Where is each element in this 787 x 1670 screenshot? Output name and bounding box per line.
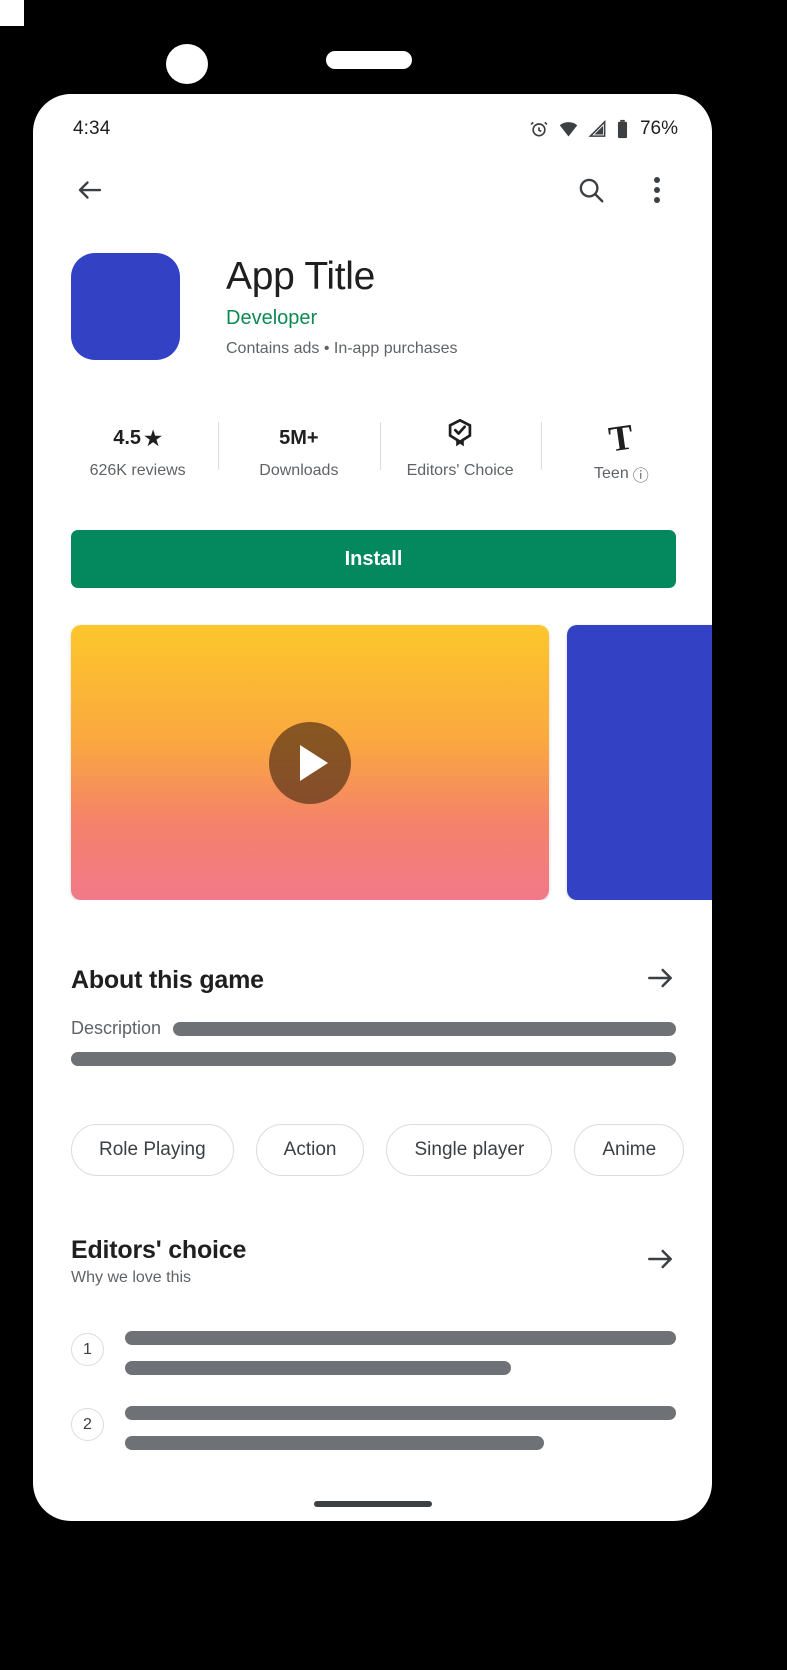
phone-screen: 4:34 76% App Title Developer Contains ad… [33,94,712,1521]
placeholder-line [125,1361,511,1375]
description-row: Description [71,1018,676,1039]
earpiece-speaker [326,51,412,69]
back-arrow-icon[interactable] [71,171,109,209]
install-button[interactable]: Install [71,530,676,588]
placeholder-line [125,1406,676,1420]
battery-percent-label: 76% [639,118,678,139]
stat-content-rating[interactable]: T Teen ⓘ [540,416,702,486]
editors-choice-section: Editors' choice Why we love this [33,1236,712,1287]
media-carousel[interactable] [33,588,712,900]
editors-choice-header[interactable]: Editors' choice Why we love this [71,1236,676,1287]
teen-rating-icon: T [606,416,637,460]
app-monetization-note: Contains ads • In-app purchases [226,339,458,357]
star-icon: ★ [144,427,162,450]
description-placeholder-bar [71,1052,676,1066]
description-placeholder-bar [173,1021,676,1036]
wifi-icon [558,119,579,139]
placeholder-line [125,1436,544,1450]
award-badge-icon [443,418,477,458]
gesture-navigation-bar[interactable] [313,1501,432,1507]
action-bar [33,144,712,218]
app-meta: App Title Developer Contains ads • In-ap… [180,253,458,360]
editors-choice-title-block: Editors' choice Why we love this [71,1236,246,1287]
editors-choice-title: Editors' choice [71,1236,247,1264]
stat-rating-label: 626K reviews [89,462,186,479]
stat-editors-choice: Editors' Choice [379,416,541,480]
stat-teen-icon-wrap: T [541,416,702,460]
status-icon-group: 76% [529,118,678,140]
status-bar: 4:34 76% [33,94,712,144]
frame-corner-marker [0,0,24,26]
stat-rating[interactable]: 4.5 ★ 626K reviews [57,416,218,480]
app-icon [71,253,180,360]
description-row-2 [71,1052,676,1066]
stat-rating-value-group: 4.5 ★ [57,416,218,460]
screenshot-thumbnail[interactable] [567,625,712,900]
list-item-lines [104,1406,676,1450]
stat-downloads: 5M+ Downloads [218,416,379,480]
content-rating-text: Teen [594,465,629,482]
description-label: Description [71,1018,162,1038]
search-icon[interactable] [572,171,610,209]
video-trailer-thumbnail[interactable] [71,625,549,900]
stat-editors-choice-label: Editors' Choice [406,462,514,479]
editors-choice-list-item: 1 [33,1331,712,1375]
battery-icon [616,119,629,139]
stat-downloads-value: 5M+ [279,426,319,449]
arrow-right-icon[interactable] [644,1243,676,1280]
about-title: About this game [71,966,264,994]
alarm-icon [529,119,549,139]
front-camera-icon [166,44,208,84]
info-icon[interactable]: ⓘ [633,462,649,486]
status-clock: 4:34 [73,118,111,139]
chip-action[interactable]: Action [255,1124,365,1176]
cell-signal-icon [588,119,607,139]
phone-frame: 4:34 76% App Title Developer Contains ad… [0,0,787,1670]
chip-single-player[interactable]: Single player [386,1124,553,1176]
more-options-icon[interactable] [638,171,676,209]
about-header[interactable]: About this game [71,962,676,999]
stat-downloads-label: Downloads [259,462,339,479]
list-item-lines [104,1331,676,1375]
play-triangle-icon [299,744,328,781]
app-title: App Title [226,255,376,298]
list-item-number: 2 [71,1408,104,1441]
stat-award-icon-wrap [380,416,541,460]
chip-anime[interactable]: Anime [574,1124,685,1176]
play-button-icon[interactable] [269,721,351,804]
arrow-right-icon[interactable] [644,962,676,999]
placeholder-line [125,1331,676,1345]
chip-role-playing[interactable]: Role Playing [71,1124,234,1176]
about-this-game-section: About this game Description [33,962,712,1066]
editors-choice-subtitle: Why we love this [71,1269,192,1286]
app-header: App Title Developer Contains ads • In-ap… [33,218,712,360]
app-developer-link[interactable]: Developer [226,307,458,330]
tag-chip-row[interactable]: Role Playing Action Single player Anime [33,1124,712,1176]
app-stats-row: 4.5 ★ 626K reviews 5M+ Downloads Editors… [33,416,712,486]
install-button-wrap: Install [33,486,712,588]
stat-content-rating-label: Teen ⓘ [541,462,702,486]
list-item-number: 1 [71,1333,104,1366]
stat-rating-value: 4.5 [113,426,142,449]
editors-choice-list-item: 2 [33,1406,712,1450]
